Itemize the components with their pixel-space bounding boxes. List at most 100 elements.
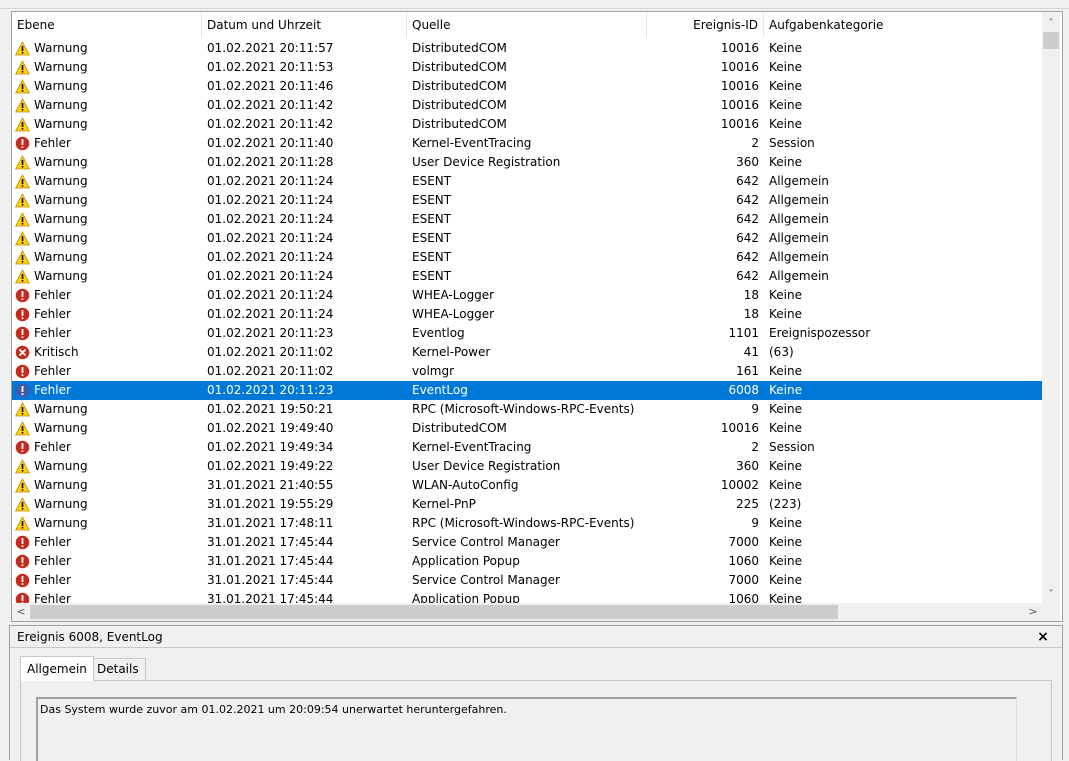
- event-list[interactable]: Ebene Datum und Uhrzeit Quelle Ereignis-…: [11, 11, 1063, 622]
- event-level: Warnung: [15, 115, 202, 134]
- event-source: volmgr: [412, 364, 455, 378]
- horizontal-scroll-thumb[interactable]: [30, 605, 838, 619]
- tab-details[interactable]: Details: [90, 658, 146, 680]
- table-row[interactable]: Fehler 31.01.2021 17:45:44 Application Pop…: [12, 552, 1042, 571]
- table-row[interactable]: Fehler 01.02.2021 20:11:24 WHEA-Logger 18 Ke…: [12, 305, 1042, 324]
- vertical-scroll-thumb[interactable]: [1043, 32, 1059, 49]
- table-row[interactable]: Fehler 01.02.2021 20:11:02 volmgr 161 Keine: [12, 362, 1042, 381]
- event-source: ESENT: [412, 231, 452, 245]
- event-level-label: Warnung: [34, 41, 88, 55]
- column-header-event-id[interactable]: Ereignis-ID: [647, 12, 764, 38]
- event-level: Warnung: [15, 514, 202, 533]
- table-row[interactable]: Warnung 01.02.2021 19:49:40 DistributedCOM…: [12, 419, 1042, 438]
- event-category: Keine: [769, 307, 802, 321]
- event-level: Fehler: [15, 381, 202, 400]
- table-row[interactable]: Warnung 01.02.2021 20:11:24 ESENT 642 Allgem…: [12, 191, 1042, 210]
- table-row[interactable]: Kritisch 01.02.2021 20:11:02 Kernel-Power 4…: [12, 343, 1042, 362]
- event-datetime: 31.01.2021 17:48:11: [207, 516, 334, 530]
- table-row[interactable]: Warnung 01.02.2021 20:11:24 ESENT 642 Allgem…: [12, 172, 1042, 191]
- event-source: ESENT: [412, 174, 452, 188]
- scroll-right-arrow-icon[interactable]: >: [1024, 603, 1042, 621]
- event-description[interactable]: Das System wurde zuvor am 01.02.2021 um …: [36, 697, 1017, 761]
- event-category: Keine: [769, 535, 802, 549]
- event-source: Kernel-EventTracing: [412, 440, 532, 454]
- table-row[interactable]: Warnung 01.02.2021 20:11:46 DistributedCOM…: [12, 77, 1042, 96]
- event-level: Warnung: [15, 172, 202, 191]
- event-datetime: 01.02.2021 20:11:24: [207, 212, 334, 226]
- table-row[interactable]: Warnung 01.02.2021 20:11:42 DistributedCOM…: [12, 96, 1042, 115]
- event-level-label: Kritisch: [34, 345, 79, 359]
- table-row[interactable]: Warnung 01.02.2021 20:11:24 ESENT 642 Allgem…: [12, 267, 1042, 286]
- table-row[interactable]: Fehler 31.01.2021 17:45:44 Service Control…: [12, 533, 1042, 552]
- event-source: EventLog: [412, 383, 468, 397]
- scroll-up-arrow-icon[interactable]: ˄: [1042, 15, 1060, 32]
- table-row[interactable]: Fehler 01.02.2021 19:49:34 Kernel-EventTra…: [12, 438, 1042, 457]
- event-level: Warnung: [15, 96, 202, 115]
- table-row[interactable]: Warnung 01.02.2021 20:11:53 DistributedCOM…: [12, 58, 1042, 77]
- table-row[interactable]: Warnung 31.01.2021 17:48:11 RPC (Microsoft…: [12, 514, 1042, 533]
- table-row-selected[interactable]: Fehler 01.02.2021 20:11:23 EventLog 6008 Kei…: [12, 381, 1042, 400]
- event-category: Keine: [769, 98, 802, 112]
- event-id: 10016: [720, 79, 759, 93]
- scroll-down-arrow-icon[interactable]: ˅: [1042, 586, 1060, 603]
- column-header-datetime[interactable]: Datum und Uhrzeit: [202, 12, 407, 38]
- event-level: Fehler: [15, 438, 202, 457]
- table-row[interactable]: Warnung 31.01.2021 19:55:29 Kernel-PnP 225 (…: [12, 495, 1042, 514]
- event-category: Keine: [769, 60, 802, 74]
- event-datetime: 31.01.2021 17:45:44: [207, 573, 334, 587]
- event-level-label: Fehler: [34, 440, 71, 454]
- event-id: 642: [736, 250, 759, 264]
- event-level-label: Warnung: [34, 478, 88, 492]
- event-datetime: 01.02.2021 20:11:57: [207, 41, 334, 55]
- event-datetime: 01.02.2021 20:11:24: [207, 250, 334, 264]
- table-row[interactable]: Fehler 01.02.2021 20:11:23 Eventlog 1101 Ere…: [12, 324, 1042, 343]
- top-toolbar-strip: [0, 0, 1069, 9]
- event-level-label: Warnung: [34, 421, 88, 435]
- table-row[interactable]: Fehler 01.02.2021 20:11:40 Kernel-EventTra…: [12, 134, 1042, 153]
- event-detail-pane: Ereignis 6008, EventLog × Allgemein Deta…: [9, 625, 1063, 761]
- table-row[interactable]: Warnung 01.02.2021 20:11:24 ESENT 642 Allgem…: [12, 210, 1042, 229]
- event-datetime: 01.02.2021 20:11:24: [207, 269, 334, 283]
- table-row[interactable]: Warnung 01.02.2021 19:50:21 RPC (Microsoft…: [12, 400, 1042, 419]
- table-row[interactable]: Warnung 01.02.2021 20:11:24 ESENT 642 Allgem…: [12, 248, 1042, 267]
- event-category: Keine: [769, 554, 802, 568]
- event-level: Warnung: [15, 267, 202, 286]
- event-source: ESENT: [412, 193, 452, 207]
- table-row[interactable]: Fehler 01.02.2021 20:11:24 WHEA-Logger 18 Ke…: [12, 286, 1042, 305]
- event-id: 360: [736, 155, 759, 169]
- table-row[interactable]: Warnung 01.02.2021 19:49:22 User Device Re…: [12, 457, 1042, 476]
- event-level-label: Fehler: [34, 364, 71, 378]
- table-row[interactable]: Warnung 31.01.2021 21:40:55 WLAN-AutoConfi…: [12, 476, 1042, 495]
- event-level: Warnung: [15, 419, 202, 438]
- event-datetime: 01.02.2021 20:11:24: [207, 193, 334, 207]
- vertical-scrollbar[interactable]: ˄ ˅: [1042, 12, 1060, 603]
- column-header-row: Ebene Datum und Uhrzeit Quelle Ereignis-…: [12, 12, 1042, 38]
- event-datetime: 31.01.2021 17:45:44: [207, 554, 334, 568]
- event-level: Warnung: [15, 77, 202, 96]
- column-header-category[interactable]: Aufgabenkategorie: [764, 12, 1042, 38]
- event-source: DistributedCOM: [412, 79, 507, 93]
- event-source: Service Control Manager: [412, 573, 560, 587]
- close-icon[interactable]: ×: [1034, 627, 1052, 647]
- event-level-label: Warnung: [34, 98, 88, 112]
- event-category: Allgemein: [769, 174, 829, 188]
- table-row[interactable]: Warnung 01.02.2021 20:11:57 DistributedCOM…: [12, 39, 1042, 58]
- table-row[interactable]: Warnung 01.02.2021 20:11:42 DistributedCOM…: [12, 115, 1042, 134]
- event-source: ESENT: [412, 250, 452, 264]
- table-row[interactable]: Warnung 01.02.2021 20:11:24 ESENT 642 Allgem…: [12, 229, 1042, 248]
- scroll-left-arrow-icon[interactable]: <: [12, 603, 30, 621]
- event-category: Keine: [769, 117, 802, 131]
- event-level: Fehler: [15, 134, 202, 153]
- tab-allgemein[interactable]: Allgemein: [20, 656, 94, 681]
- horizontal-scrollbar[interactable]: < >: [12, 603, 1042, 621]
- event-id: 10016: [720, 41, 759, 55]
- event-datetime: 31.01.2021 21:40:55: [207, 478, 334, 492]
- event-source: DistributedCOM: [412, 117, 507, 131]
- event-id: 642: [736, 174, 759, 188]
- event-category: Allgemein: [769, 231, 829, 245]
- column-header-level[interactable]: Ebene: [12, 12, 202, 38]
- table-row[interactable]: Fehler 31.01.2021 17:45:44 Service Control…: [12, 571, 1042, 590]
- column-header-source[interactable]: Quelle: [407, 12, 647, 38]
- event-level-label: Warnung: [34, 497, 88, 511]
- table-row[interactable]: Warnung 01.02.2021 20:11:28 User Device Re…: [12, 153, 1042, 172]
